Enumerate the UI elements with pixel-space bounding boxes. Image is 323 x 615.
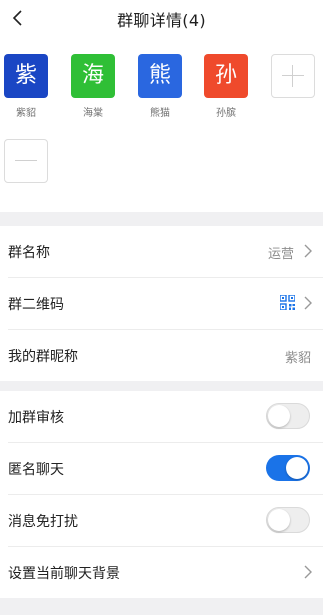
- member-name: 孙膑: [216, 108, 236, 119]
- member-item[interactable]: 紫 紫貂: [2, 54, 50, 119]
- chevron-right-icon: [304, 244, 312, 258]
- chat-background-row[interactable]: 设置当前聊天背景: [0, 547, 323, 598]
- member-name: 熊猫: [150, 108, 170, 119]
- avatar: 海: [71, 54, 115, 98]
- join-review-label: 加群审核: [8, 410, 64, 426]
- group-name-label: 群名称: [8, 245, 50, 261]
- join-review-toggle[interactable]: [266, 403, 310, 429]
- group-name-value: 运营: [267, 247, 294, 262]
- member-item[interactable]: 熊 熊猫: [136, 54, 184, 119]
- section-separator: [0, 212, 323, 226]
- mute-row: 消息免打扰: [0, 495, 323, 546]
- page-title: 群聊详情(4): [117, 11, 206, 30]
- mute-label: 消息免打扰: [8, 514, 78, 530]
- anonymous-chat-toggle[interactable]: [266, 455, 310, 481]
- group-qr-label: 群二维码: [8, 297, 64, 313]
- member-item[interactable]: 孙 孙膑: [202, 54, 250, 119]
- group-name-row[interactable]: 群名称 运营: [0, 226, 323, 277]
- member-item[interactable]: 海 海棠: [69, 54, 117, 119]
- avatar: 孙: [204, 54, 248, 98]
- chevron-right-icon: [304, 296, 312, 310]
- anonymous-chat-label: 匿名聊天: [8, 462, 64, 478]
- qr-code-icon: [280, 295, 295, 310]
- chat-background-label: 设置当前聊天背景: [8, 566, 120, 582]
- avatar: 紫: [4, 54, 48, 98]
- group-qr-row[interactable]: 群二维码: [0, 278, 323, 329]
- member-name: 海棠: [83, 108, 103, 119]
- join-review-row: 加群审核: [0, 391, 323, 442]
- remove-member-button[interactable]: [4, 139, 48, 183]
- mute-toggle[interactable]: [266, 507, 310, 533]
- section-separator: [0, 381, 323, 391]
- add-member-button[interactable]: [271, 54, 315, 98]
- chevron-right-icon: [304, 565, 312, 579]
- section-separator: [0, 598, 323, 615]
- nav-bar: 群聊详情(4): [0, 0, 323, 36]
- my-nickname-label: 我的群昵称: [8, 349, 78, 365]
- avatar: 熊: [138, 54, 182, 98]
- member-grid: 紫 紫貂 海 海棠 熊 熊猫 孙 孙膑: [0, 36, 323, 212]
- my-nickname-value: 紫貂: [284, 351, 311, 366]
- member-name: 紫貂: [16, 108, 36, 119]
- anonymous-chat-row: 匿名聊天: [0, 443, 323, 494]
- my-nickname-row[interactable]: 我的群昵称 紫貂: [0, 330, 323, 381]
